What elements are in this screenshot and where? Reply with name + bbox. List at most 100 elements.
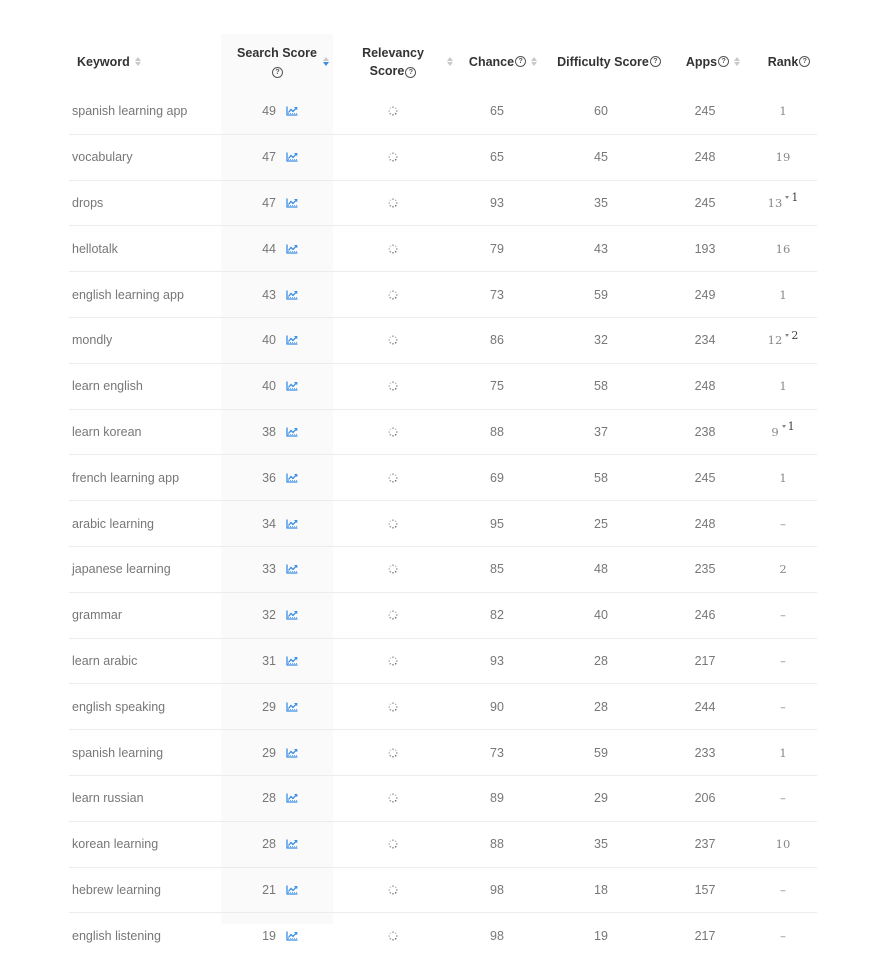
keyword-cell[interactable]: drops — [72, 181, 222, 226]
search-score-cell: 32 — [221, 593, 333, 638]
table-row[interactable]: mondly 40 86 32 234 12 2 — [69, 318, 817, 364]
table-row[interactable]: french learning app 36 69 58 245 1 — [69, 455, 817, 502]
table-row[interactable]: spanish learning 29 73 59 233 1 — [69, 730, 817, 776]
table-row[interactable]: learn arabic 31 93 28 217 – — [69, 639, 817, 685]
column-header-search-score[interactable]: Search Score ? — [221, 34, 333, 89]
line-chart-icon[interactable] — [286, 656, 298, 666]
keyword-cell[interactable]: arabic learning — [72, 501, 222, 546]
line-chart-icon[interactable] — [286, 244, 298, 254]
apps-value: 233 — [694, 745, 716, 760]
column-header-chance[interactable]: Chance? — [453, 34, 553, 89]
table-row[interactable]: korean learning 28 88 35 237 10 — [69, 822, 817, 868]
keyword-cell[interactable]: english speaking — [72, 684, 222, 729]
column-header-keyword[interactable]: Keyword — [69, 34, 221, 89]
search-score-cell: 44 — [221, 226, 333, 271]
difficulty-value: 28 — [594, 699, 608, 714]
table-row[interactable]: grammar 32 82 40 246 – — [69, 593, 817, 639]
difficulty-value: 45 — [594, 150, 608, 165]
relevancy-score-cell — [333, 135, 453, 180]
keyword-cell[interactable]: english learning app — [72, 272, 222, 317]
chance-value: 65 — [490, 104, 504, 119]
table-row[interactable]: hebrew learning 21 98 18 157 – — [69, 868, 817, 914]
table-row[interactable]: japanese learning 33 85 48 235 2 — [69, 547, 817, 593]
line-chart-icon[interactable] — [286, 610, 298, 620]
loading-spinner-icon — [388, 335, 398, 345]
keyword-cell[interactable]: learn russian — [72, 776, 222, 821]
table-row[interactable]: hellotalk 44 79 43 193 16 — [69, 226, 817, 273]
keyword-cell[interactable]: learn arabic — [72, 639, 222, 684]
help-circle-icon[interactable]: ? — [718, 56, 730, 67]
table-row[interactable]: spanish learning app 49 65 60 245 1 — [69, 89, 817, 135]
loading-spinner-icon — [388, 839, 398, 849]
rank-change-value: 1 — [787, 420, 795, 434]
keyword-cell[interactable]: japanese learning — [72, 547, 222, 592]
line-chart-icon[interactable] — [286, 381, 298, 391]
sort-icon[interactable] — [531, 57, 538, 66]
table-row[interactable]: learn korean 38 88 37 238 9 1 — [69, 410, 817, 456]
column-header-relevancy-score[interactable]: Relevancy Score? — [333, 34, 453, 89]
line-chart-icon[interactable] — [286, 473, 298, 483]
line-chart-icon[interactable] — [286, 793, 298, 803]
table-row[interactable]: learn russian 28 89 29 206 – — [69, 776, 817, 822]
help-circle-icon[interactable]: ? — [271, 66, 283, 78]
help-circle-icon[interactable]: ? — [649, 56, 661, 67]
help-circle-icon[interactable]: ? — [405, 66, 417, 78]
chance-value: 89 — [490, 791, 504, 806]
line-chart-icon[interactable] — [286, 748, 298, 758]
line-chart-icon[interactable] — [286, 106, 298, 117]
sort-icon[interactable] — [734, 57, 741, 66]
keyword-cell[interactable]: spanish learning — [72, 730, 222, 775]
loading-spinner-icon — [388, 610, 398, 620]
keyword-cell[interactable]: learn english — [72, 364, 222, 409]
table-row[interactable]: vocabulary 47 65 45 248 19 — [69, 135, 817, 181]
rank-value: 16 — [775, 241, 791, 256]
column-header-difficulty-score[interactable]: Difficulty Score? — [547, 34, 671, 89]
chance-value: 98 — [490, 882, 504, 897]
line-chart-icon[interactable] — [286, 931, 298, 941]
table-row[interactable]: learn english 40 75 58 248 1 — [69, 364, 817, 410]
line-chart-icon[interactable] — [286, 839, 298, 849]
line-chart-icon[interactable] — [286, 519, 298, 529]
line-chart-icon[interactable] — [286, 335, 298, 346]
rank-cell: 10 — [749, 822, 817, 867]
line-chart-icon[interactable] — [286, 198, 298, 208]
line-chart-icon[interactable] — [286, 702, 298, 712]
table-row[interactable]: english listening 19 98 19 217 – — [69, 913, 817, 958]
sort-icon[interactable] — [134, 57, 141, 66]
help-circle-icon[interactable]: ? — [515, 56, 527, 67]
keyword-cell[interactable]: learn korean — [72, 410, 222, 455]
sort-icon-active[interactable] — [323, 57, 329, 66]
rank-down-arrow-icon — [785, 196, 790, 200]
difficulty-value: 28 — [594, 653, 608, 668]
column-header-apps[interactable]: Apps? — [669, 34, 757, 89]
keyword-cell[interactable]: vocabulary — [72, 135, 222, 180]
relevancy-score-cell — [333, 684, 453, 729]
line-chart-icon[interactable] — [286, 564, 298, 575]
keyword-cell[interactable]: french learning app — [72, 455, 222, 500]
table-row[interactable]: drops 47 93 35 245 13 1 — [69, 181, 817, 227]
keyword-cell[interactable]: mondly — [72, 318, 222, 363]
line-chart-icon[interactable] — [286, 152, 298, 162]
keyword-cell[interactable]: grammar — [72, 593, 222, 638]
relevancy-score-cell — [333, 913, 453, 958]
keyword-cell[interactable]: hebrew learning — [72, 868, 222, 913]
search-score-value: 38 — [262, 424, 276, 439]
relevancy-score-cell — [333, 226, 453, 271]
line-chart-icon[interactable] — [286, 427, 298, 437]
table-row[interactable]: english learning app 43 73 59 249 1 — [69, 272, 817, 318]
keyword-cell[interactable]: korean learning — [72, 822, 222, 867]
search-score-cell: 49 — [221, 89, 333, 134]
rank-cell: – — [749, 639, 817, 684]
table-row[interactable]: english speaking 29 90 28 244 – — [69, 684, 817, 731]
line-chart-icon[interactable] — [286, 290, 298, 300]
column-header-rank[interactable]: Rank? — [749, 34, 829, 89]
loading-spinner-icon — [388, 885, 398, 895]
help-circle-icon[interactable]: ? — [799, 56, 811, 67]
loading-spinner-icon — [388, 518, 398, 529]
rank-value: 12 — [767, 333, 783, 348]
table-row[interactable]: arabic learning 34 95 25 248 – — [69, 501, 817, 547]
keyword-cell[interactable]: english listening — [72, 913, 222, 958]
line-chart-icon[interactable] — [286, 885, 298, 895]
keyword-cell[interactable]: hellotalk — [72, 226, 222, 271]
keyword-cell[interactable]: spanish learning app — [72, 89, 222, 134]
